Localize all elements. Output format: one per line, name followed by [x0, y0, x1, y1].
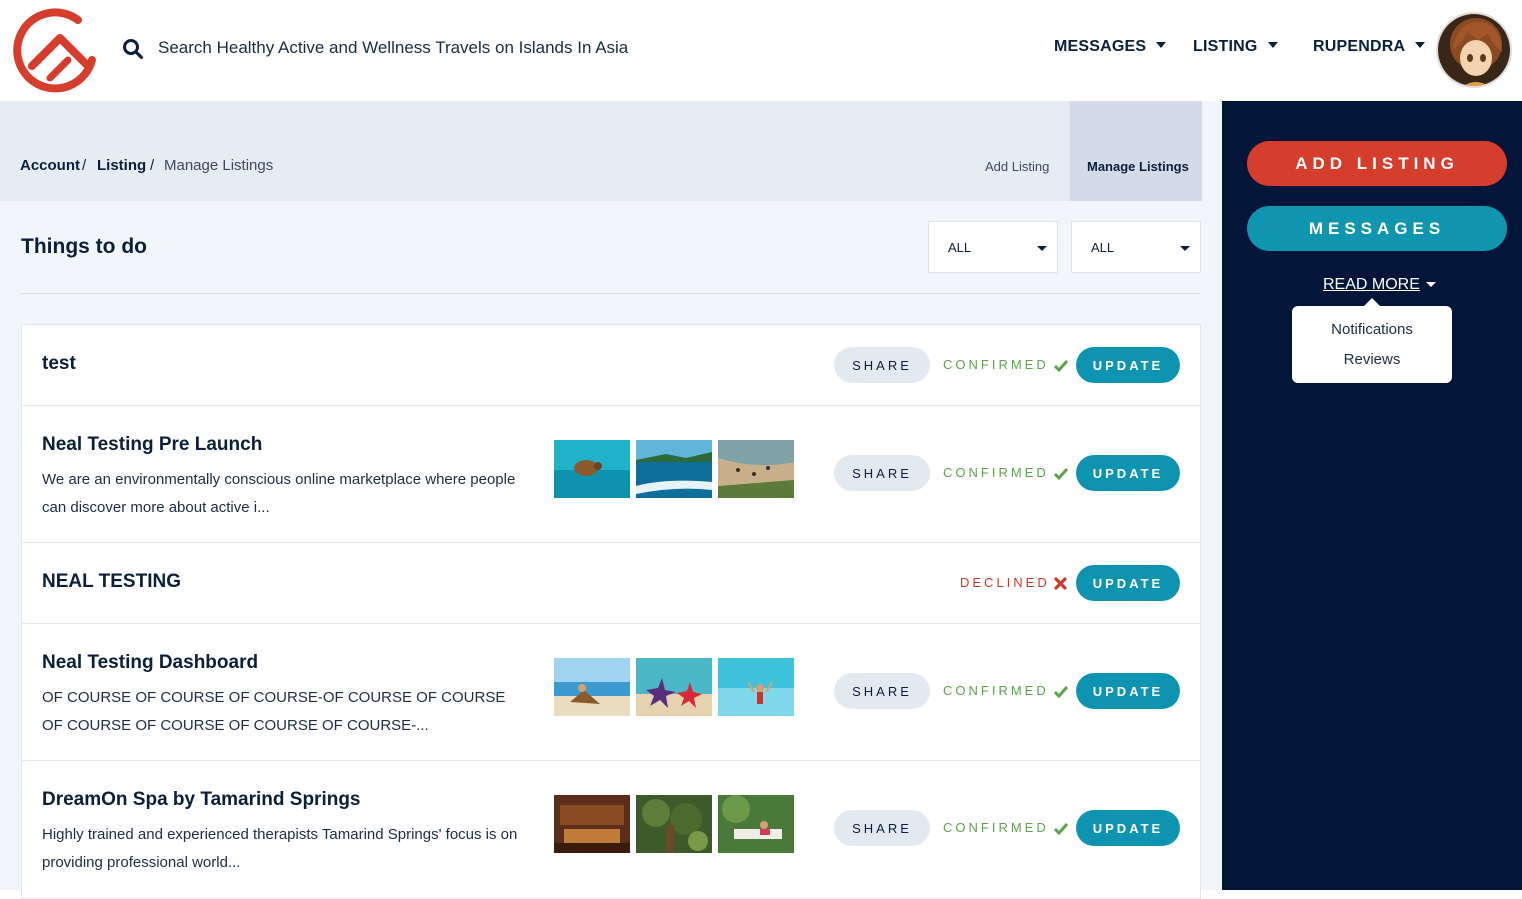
listing-title[interactable]: Neal Testing Pre Launch: [42, 434, 262, 456]
listing-thumbnails: [554, 795, 794, 853]
chevron-down-icon: [1156, 41, 1167, 48]
breadcrumb-separator: /: [82, 157, 87, 174]
nav-user-label: RUPENDRA: [1313, 38, 1406, 55]
main-content: Account / Listing / Manage Listings Add …: [0, 101, 1222, 899]
breadcrumb: Account / Listing / Manage Listings Add …: [0, 101, 1202, 201]
nav-listing-menu[interactable]: LISTING: [1193, 38, 1278, 56]
listing-title[interactable]: Neal Testing Dashboard: [42, 652, 258, 674]
status-filter-value: ALL: [948, 240, 972, 255]
tab-manage-listings[interactable]: Manage Listings: [1070, 101, 1202, 201]
thumbnail-image[interactable]: [554, 795, 630, 853]
status-badge: CONFIRMED: [943, 465, 1049, 480]
listing-title[interactable]: DreamOn Spa by Tamarind Springs: [42, 789, 361, 811]
nav-messages-menu[interactable]: MESSAGES: [1054, 38, 1167, 56]
nav-messages-label: MESSAGES: [1054, 38, 1147, 55]
type-filter-value: ALL: [1091, 240, 1115, 255]
status-filter-select[interactable]: ALL: [928, 221, 1058, 273]
divider: [21, 293, 1201, 294]
check-icon: [1054, 823, 1068, 835]
listing-row: Neal Testing Dashboard OF COURSE OF COUR…: [22, 624, 1200, 761]
listing-thumbnails: [554, 440, 794, 498]
listing-description: OF COURSE OF COURSE OF COURSE-OF COURSE …: [42, 689, 506, 734]
listing-list: test SHARE CONFIRMED UPDATE Neal Testing…: [21, 324, 1201, 899]
share-button[interactable]: SHARE: [834, 673, 930, 709]
status-badge: CONFIRMED: [943, 683, 1049, 698]
thumbnail-image[interactable]: [718, 440, 794, 498]
thumbnail-image[interactable]: [554, 440, 630, 498]
close-icon: [1054, 577, 1067, 590]
type-filter-select[interactable]: ALL: [1071, 221, 1201, 273]
listing-row: NEAL TESTING DECLINED UPDATE: [22, 543, 1200, 624]
check-icon: [1054, 360, 1068, 372]
breadcrumb-listing[interactable]: Listing: [97, 157, 146, 174]
thumbnail-image[interactable]: [718, 658, 794, 716]
thumbnail-image[interactable]: [636, 658, 712, 716]
thumbnail-image[interactable]: [554, 658, 630, 716]
status-badge: DECLINED: [960, 575, 1050, 590]
update-button[interactable]: UPDATE: [1076, 347, 1180, 383]
breadcrumb-account[interactable]: Account: [20, 157, 80, 174]
thumbnail-image[interactable]: [636, 795, 712, 853]
add-listing-button[interactable]: ADD LISTING: [1247, 141, 1507, 186]
menu-item-notifications[interactable]: Notifications: [1292, 321, 1452, 338]
share-button[interactable]: SHARE: [834, 455, 930, 491]
listing-row: DreamOn Spa by Tamarind Springs Highly t…: [22, 761, 1200, 898]
listing-row: Neal Testing Pre Launch We are an enviro…: [22, 406, 1200, 543]
update-button[interactable]: UPDATE: [1076, 455, 1180, 491]
messages-button[interactable]: MESSAGES: [1247, 206, 1507, 251]
listing-title[interactable]: NEAL TESTING: [42, 571, 181, 593]
breadcrumb-separator: /: [150, 157, 155, 174]
listing-row: test SHARE CONFIRMED UPDATE: [22, 325, 1200, 406]
share-button[interactable]: SHARE: [834, 347, 930, 383]
listing-description: Highly trained and experienced therapist…: [42, 826, 518, 871]
read-more-toggle[interactable]: READ MORE: [1323, 276, 1436, 294]
chevron-down-icon: [1180, 246, 1190, 251]
page-title: Things to do: [21, 235, 147, 258]
chevron-down-icon: [1267, 41, 1278, 48]
check-icon: [1054, 468, 1068, 480]
tab-add-listing[interactable]: Add Listing: [985, 159, 1049, 174]
right-sidebar: ADD LISTING MESSAGES READ MORE Notificat…: [1222, 101, 1522, 890]
thumbnail-image[interactable]: [636, 440, 712, 498]
nav-user-menu[interactable]: RUPENDRA: [1313, 38, 1426, 56]
search-icon[interactable]: [122, 38, 144, 60]
avatar[interactable]: [1436, 12, 1512, 88]
listing-description: We are an environmentally conscious onli…: [42, 471, 516, 516]
listing-thumbnails: [554, 658, 794, 716]
update-button[interactable]: UPDATE: [1076, 810, 1180, 846]
update-button[interactable]: UPDATE: [1076, 673, 1180, 709]
nav-listing-label: LISTING: [1193, 38, 1258, 55]
breadcrumb-current: Manage Listings: [164, 157, 274, 174]
status-badge: CONFIRMED: [943, 357, 1049, 372]
share-button[interactable]: SHARE: [834, 810, 930, 846]
chevron-down-icon: [1037, 246, 1047, 251]
search-input[interactable]: Search Healthy Active and Wellness Trave…: [158, 38, 628, 58]
thumbnail-image[interactable]: [718, 795, 794, 853]
menu-item-reviews[interactable]: Reviews: [1292, 351, 1452, 368]
read-more-label: READ MORE: [1323, 276, 1420, 293]
chevron-down-icon: [1415, 41, 1426, 48]
chevron-down-icon: [1425, 282, 1436, 288]
brand-logo[interactable]: [10, 8, 100, 96]
listing-title[interactable]: test: [42, 353, 76, 375]
read-more-menu: Notifications Reviews: [1292, 298, 1452, 383]
check-icon: [1054, 686, 1068, 698]
update-button[interactable]: UPDATE: [1076, 565, 1180, 601]
top-header: Search Healthy Active and Wellness Trave…: [0, 0, 1522, 101]
tab-manage-listings-label: Manage Listings: [1087, 159, 1189, 174]
status-badge: CONFIRMED: [943, 820, 1049, 835]
